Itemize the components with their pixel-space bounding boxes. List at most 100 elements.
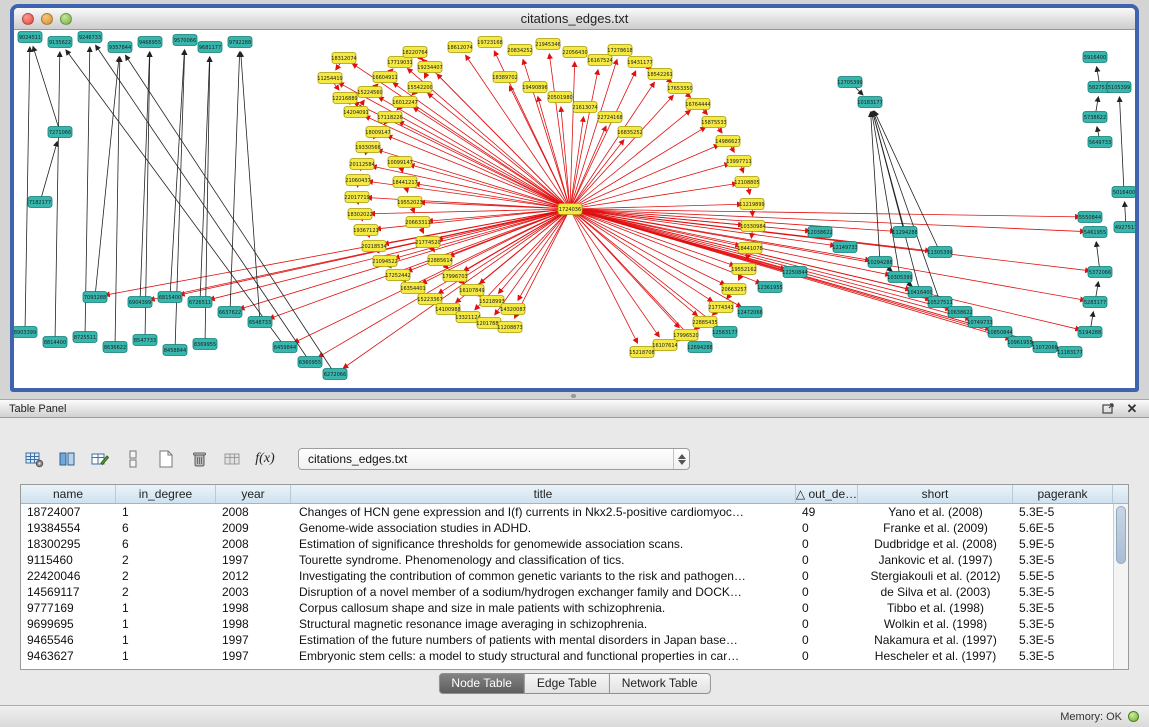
citation-network-graph[interactable]: 1831207411254419122168891420409115224560… bbox=[14, 30, 1135, 387]
float-panel-icon[interactable] bbox=[1100, 402, 1116, 416]
network-node[interactable]: 11305399 bbox=[927, 247, 952, 258]
column-header-title[interactable]: title bbox=[291, 485, 796, 503]
column-header-pagerank[interactable]: pagerank bbox=[1013, 485, 1113, 503]
network-node[interactable]: 11208873 bbox=[497, 322, 522, 333]
network-node[interactable]: 18220764 bbox=[402, 47, 427, 58]
network-node[interactable]: 12216889 bbox=[332, 93, 357, 104]
network-node[interactable]: 17653350 bbox=[667, 83, 692, 94]
delete-icon[interactable] bbox=[187, 447, 211, 471]
column-header-out_degree[interactable]: △ out_de… bbox=[796, 485, 858, 503]
network-node[interactable]: 16167524 bbox=[587, 55, 612, 66]
function-builder-icon[interactable]: f(x) bbox=[253, 447, 277, 471]
table-row[interactable]: 946554611997Estimation of the future num… bbox=[21, 632, 1128, 648]
network-node[interactable]: 15875533 bbox=[701, 117, 726, 128]
network-node[interactable]: 12583177 bbox=[712, 327, 737, 338]
scrollbar-thumb[interactable] bbox=[1116, 506, 1126, 564]
network-node[interactable]: 17996703 bbox=[442, 271, 467, 282]
zoom-window-button[interactable] bbox=[60, 13, 72, 25]
column-header-in_degree[interactable]: in_degree bbox=[116, 485, 216, 503]
row-height-icon[interactable] bbox=[121, 447, 145, 471]
network-node[interactable]: 17252442 bbox=[385, 270, 410, 281]
network-node[interactable]: 9681177 bbox=[198, 42, 222, 53]
network-node[interactable]: 9792288 bbox=[228, 37, 252, 48]
network-node[interactable]: 16354401 bbox=[400, 283, 425, 294]
network-node[interactable]: 5194288 bbox=[1078, 327, 1102, 338]
network-node[interactable]: 5283177 bbox=[1083, 297, 1107, 308]
network-node[interactable]: 17996520 bbox=[673, 330, 698, 341]
network-node[interactable]: 10749733 bbox=[967, 317, 992, 328]
import-table-icon[interactable] bbox=[220, 447, 244, 471]
network-node[interactable]: 16012247 bbox=[392, 97, 417, 108]
network-node[interactable]: 6726511 bbox=[188, 297, 212, 308]
network-node[interactable]: 15542200 bbox=[407, 82, 432, 93]
network-node[interactable]: 11254419 bbox=[317, 73, 342, 84]
network-node[interactable]: 18441078 bbox=[737, 243, 762, 254]
network-node[interactable]: 12038622 bbox=[807, 227, 832, 238]
network-node[interactable]: 5916400 bbox=[1083, 52, 1107, 63]
network-node[interactable]: 18009147 bbox=[365, 127, 390, 138]
table-row[interactable]: 1938455462009Genome-wide association stu… bbox=[21, 520, 1128, 536]
network-node[interactable]: 20112584 bbox=[349, 159, 374, 170]
network-node[interactable]: 21774341 bbox=[708, 302, 733, 313]
table-row[interactable]: 911546021997Tourette syndrome. Phenomeno… bbox=[21, 552, 1128, 568]
network-node[interactable]: 4927511 bbox=[1114, 222, 1135, 233]
network-node[interactable]: 20218534 bbox=[361, 241, 386, 252]
table-row[interactable]: 1830029562008Estimation of significance … bbox=[21, 536, 1128, 552]
table-row[interactable]: 977716911998Corpus callosum shape and si… bbox=[21, 600, 1128, 616]
close-panel-icon[interactable]: ✕ bbox=[1124, 402, 1140, 416]
network-node[interactable]: 21094522 bbox=[372, 256, 397, 267]
network-node[interactable]: 10330984 bbox=[740, 221, 765, 232]
network-node[interactable]: 9246733 bbox=[78, 32, 102, 43]
network-node[interactable]: 21774520 bbox=[415, 237, 440, 248]
network-node[interactable]: 18389702 bbox=[492, 72, 517, 83]
network-node[interactable]: 9570066 bbox=[173, 35, 197, 46]
network-node[interactable]: 22724168 bbox=[597, 112, 622, 123]
network-node[interactable]: 22885435 bbox=[692, 317, 717, 328]
network-node[interactable]: 7093288 bbox=[83, 292, 107, 303]
column-header-year[interactable]: year bbox=[216, 485, 291, 503]
network-node[interactable]: 13997711 bbox=[726, 156, 751, 167]
network-node[interactable]: 15218708 bbox=[629, 347, 654, 358]
network-node[interactable]: 6272066 bbox=[323, 369, 347, 380]
tab-node-table[interactable]: Node Table bbox=[438, 673, 525, 694]
network-node[interactable]: 11219899 bbox=[739, 199, 764, 210]
network-node[interactable]: 19367121 bbox=[353, 225, 378, 236]
network-node[interactable]: 20501980 bbox=[547, 92, 572, 103]
network-node[interactable]: 22056430 bbox=[562, 47, 587, 58]
dropdown-stepper-icon[interactable] bbox=[673, 449, 689, 469]
tab-edge-table[interactable]: Edge Table bbox=[525, 673, 610, 694]
network-node[interactable]: 12108805 bbox=[734, 177, 759, 188]
network-node[interactable]: 17118226 bbox=[377, 112, 402, 123]
network-node[interactable]: 9024511 bbox=[18, 32, 42, 43]
network-node[interactable]: 7182177 bbox=[28, 197, 52, 208]
network-node[interactable]: 6360955 bbox=[298, 357, 322, 368]
panel-splitter[interactable] bbox=[0, 392, 1149, 399]
table-row[interactable]: 1456911722003Disruption of a novel membe… bbox=[21, 584, 1128, 600]
tab-network-table[interactable]: Network Table bbox=[610, 673, 711, 694]
network-node[interactable]: 21945346 bbox=[535, 39, 560, 50]
network-node[interactable]: 8814400 bbox=[43, 337, 67, 348]
network-node[interactable]: 10850844 bbox=[987, 327, 1012, 338]
network-node[interactable]: 19552023 bbox=[397, 197, 422, 208]
network-node[interactable]: 8547733 bbox=[133, 335, 157, 346]
window-title-bar[interactable]: citations_edges.txt bbox=[14, 8, 1135, 30]
network-node[interactable]: 8369955 bbox=[193, 339, 217, 350]
edit-table-icon[interactable] bbox=[88, 447, 112, 471]
network-node[interactable]: 6459844 bbox=[273, 342, 297, 353]
network-node[interactable]: 11072066 bbox=[1032, 342, 1057, 353]
network-node[interactable]: 10183177 bbox=[857, 97, 882, 108]
table-scrollbar[interactable] bbox=[1113, 504, 1128, 670]
network-node[interactable]: 14204091 bbox=[343, 107, 368, 118]
network-node[interactable]: 7271066 bbox=[48, 127, 72, 138]
table-settings-icon[interactable] bbox=[22, 447, 46, 471]
network-node[interactable]: 9357844 bbox=[108, 42, 132, 53]
network-node[interactable]: 19490896 bbox=[522, 82, 547, 93]
network-node[interactable]: 14320087 bbox=[500, 304, 525, 315]
network-node[interactable]: 9135622 bbox=[48, 37, 72, 48]
network-node[interactable]: 18441217 bbox=[392, 177, 417, 188]
table-row[interactable]: 969969511998Structural magnetic resonanc… bbox=[21, 616, 1128, 632]
network-canvas[interactable]: 1831207411254419122168891420409115224560… bbox=[14, 30, 1135, 387]
network-node[interactable]: 18542261 bbox=[647, 69, 672, 80]
column-header-name[interactable]: name bbox=[21, 485, 116, 503]
network-node[interactable]: 19234407 bbox=[417, 62, 442, 73]
